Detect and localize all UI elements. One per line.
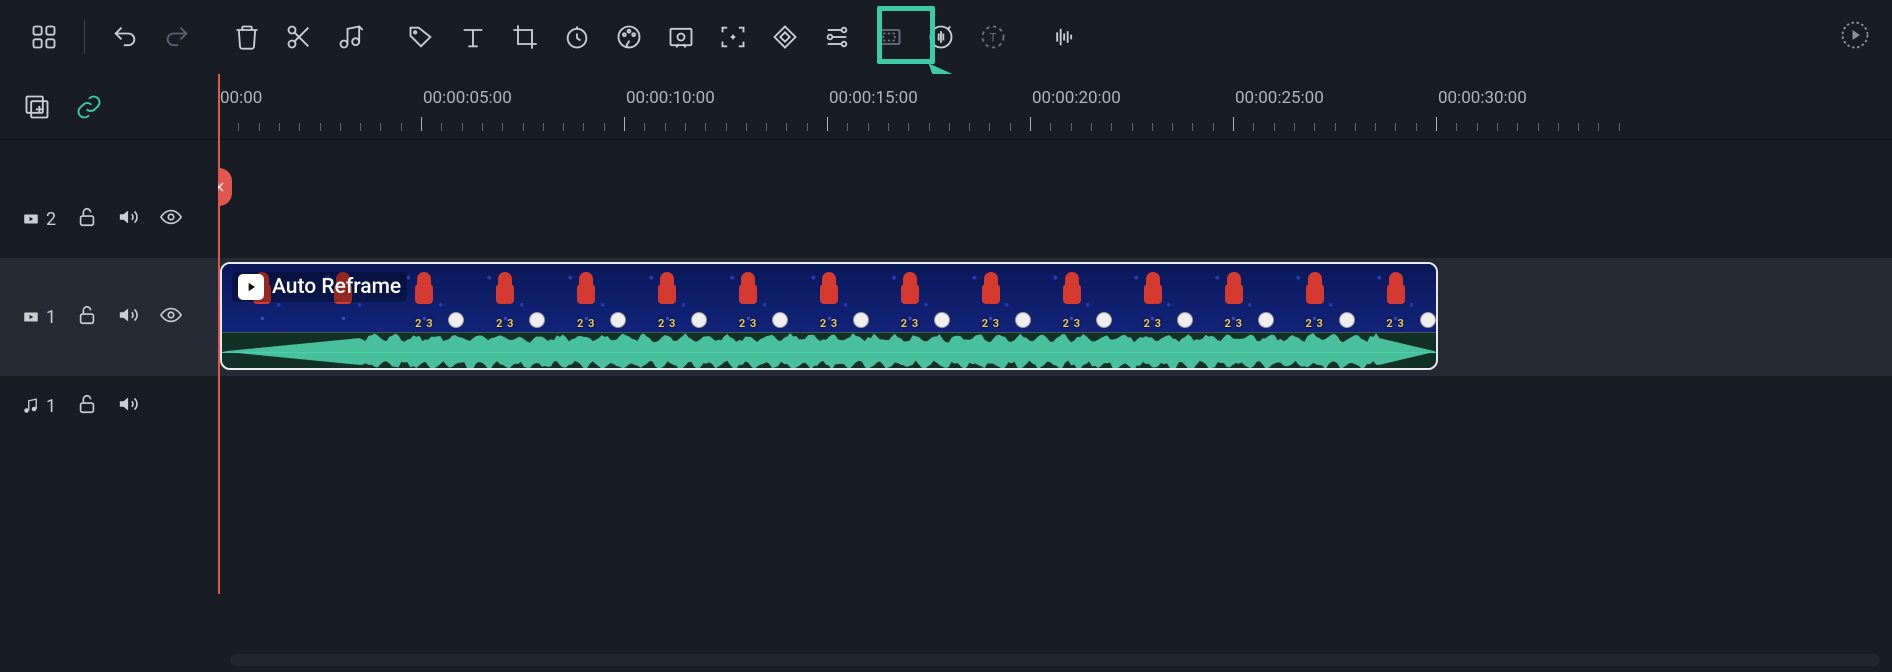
- video-clip[interactable]: 2 32 32 32 32 32 32 32 32 32 32 32 32 3 …: [220, 262, 1438, 370]
- clip-waveform: [222, 332, 1436, 370]
- track-row-audio1[interactable]: [218, 376, 1892, 436]
- play-icon: [238, 274, 264, 300]
- ruler-label: 00:00:15:00: [829, 88, 918, 108]
- track-header-column: 2 1 1: [0, 74, 218, 672]
- playhead[interactable]: [218, 74, 220, 594]
- chroma-key-icon[interactable]: [655, 11, 707, 63]
- mute-icon[interactable]: [118, 304, 140, 330]
- apps-icon[interactable]: [18, 11, 70, 63]
- ruler-label: 00:00: [220, 88, 262, 108]
- track-video1-label: 1: [22, 307, 56, 328]
- crop-icon[interactable]: [499, 11, 551, 63]
- color-icon[interactable]: [603, 11, 655, 63]
- track-header-audio1: 1: [0, 376, 218, 436]
- add-track-icon[interactable]: [22, 92, 52, 122]
- ruler-controls: [0, 74, 218, 140]
- ruler-label: 00:00:20:00: [1032, 88, 1121, 108]
- text-icon[interactable]: [447, 11, 499, 63]
- subtitle-icon[interactable]: T: [967, 11, 1019, 63]
- clip-title: Auto Reframe: [272, 275, 401, 299]
- track-row-video2[interactable]: [218, 180, 1892, 258]
- ruler-label: 00:00:30:00: [1438, 88, 1527, 108]
- track-audio1-label: 1: [22, 396, 56, 417]
- delete-icon[interactable]: [221, 11, 273, 63]
- timeline: 2 1 1 00:0000:00:05:0000:00: [0, 74, 1892, 672]
- keyframe-icon[interactable]: [759, 11, 811, 63]
- horizontal-scrollbar[interactable]: [230, 654, 1880, 666]
- ruler-label: 00:00:05:00: [423, 88, 512, 108]
- music-detach-icon[interactable]: [325, 11, 377, 63]
- time-ruler[interactable]: 00:00 00:00:05:00 00:00:10:00 00:00:15:00 00…: [218, 74, 1892, 140]
- track-header-video2: 2: [0, 180, 218, 258]
- track-header-video1: 1: [0, 258, 218, 376]
- mute-icon[interactable]: [118, 206, 140, 232]
- visibility-icon[interactable]: [160, 304, 182, 330]
- speed-icon[interactable]: [551, 11, 603, 63]
- ruler-label: 00:00:25:00: [1235, 88, 1324, 108]
- timeline-tracks-area[interactable]: 00:00 00:00:05:00 00:00:10:00 00:00:15:00 00…: [218, 74, 1892, 672]
- focus-icon[interactable]: [707, 11, 759, 63]
- mute-icon[interactable]: [118, 393, 140, 419]
- split-icon[interactable]: [273, 11, 325, 63]
- render-icon[interactable]: [1840, 20, 1874, 54]
- toolbar-divider: [84, 20, 85, 54]
- adjust-icon[interactable]: [811, 11, 863, 63]
- aspect-icon[interactable]: [863, 11, 915, 63]
- undo-icon[interactable]: [99, 11, 151, 63]
- toolbar: T: [0, 0, 1892, 74]
- lock-icon[interactable]: [76, 393, 98, 419]
- tag-icon[interactable]: [395, 11, 447, 63]
- svg-text:T: T: [990, 31, 997, 45]
- clip-title-badge: Auto Reframe: [232, 272, 407, 302]
- audio-beat-icon[interactable]: [1037, 11, 1089, 63]
- visibility-icon[interactable]: [160, 206, 182, 232]
- redo-icon[interactable]: [151, 11, 203, 63]
- link-icon[interactable]: [74, 92, 104, 122]
- lock-icon[interactable]: [76, 206, 98, 232]
- ruler-label: 00:00:10:00: [626, 88, 715, 108]
- track-row-video1[interactable]: 2 32 32 32 32 32 32 32 32 32 32 32 32 3 …: [218, 258, 1892, 376]
- lock-icon[interactable]: [76, 304, 98, 330]
- audio-stretch-icon[interactable]: [915, 11, 967, 63]
- track-video2-label: 2: [22, 209, 56, 230]
